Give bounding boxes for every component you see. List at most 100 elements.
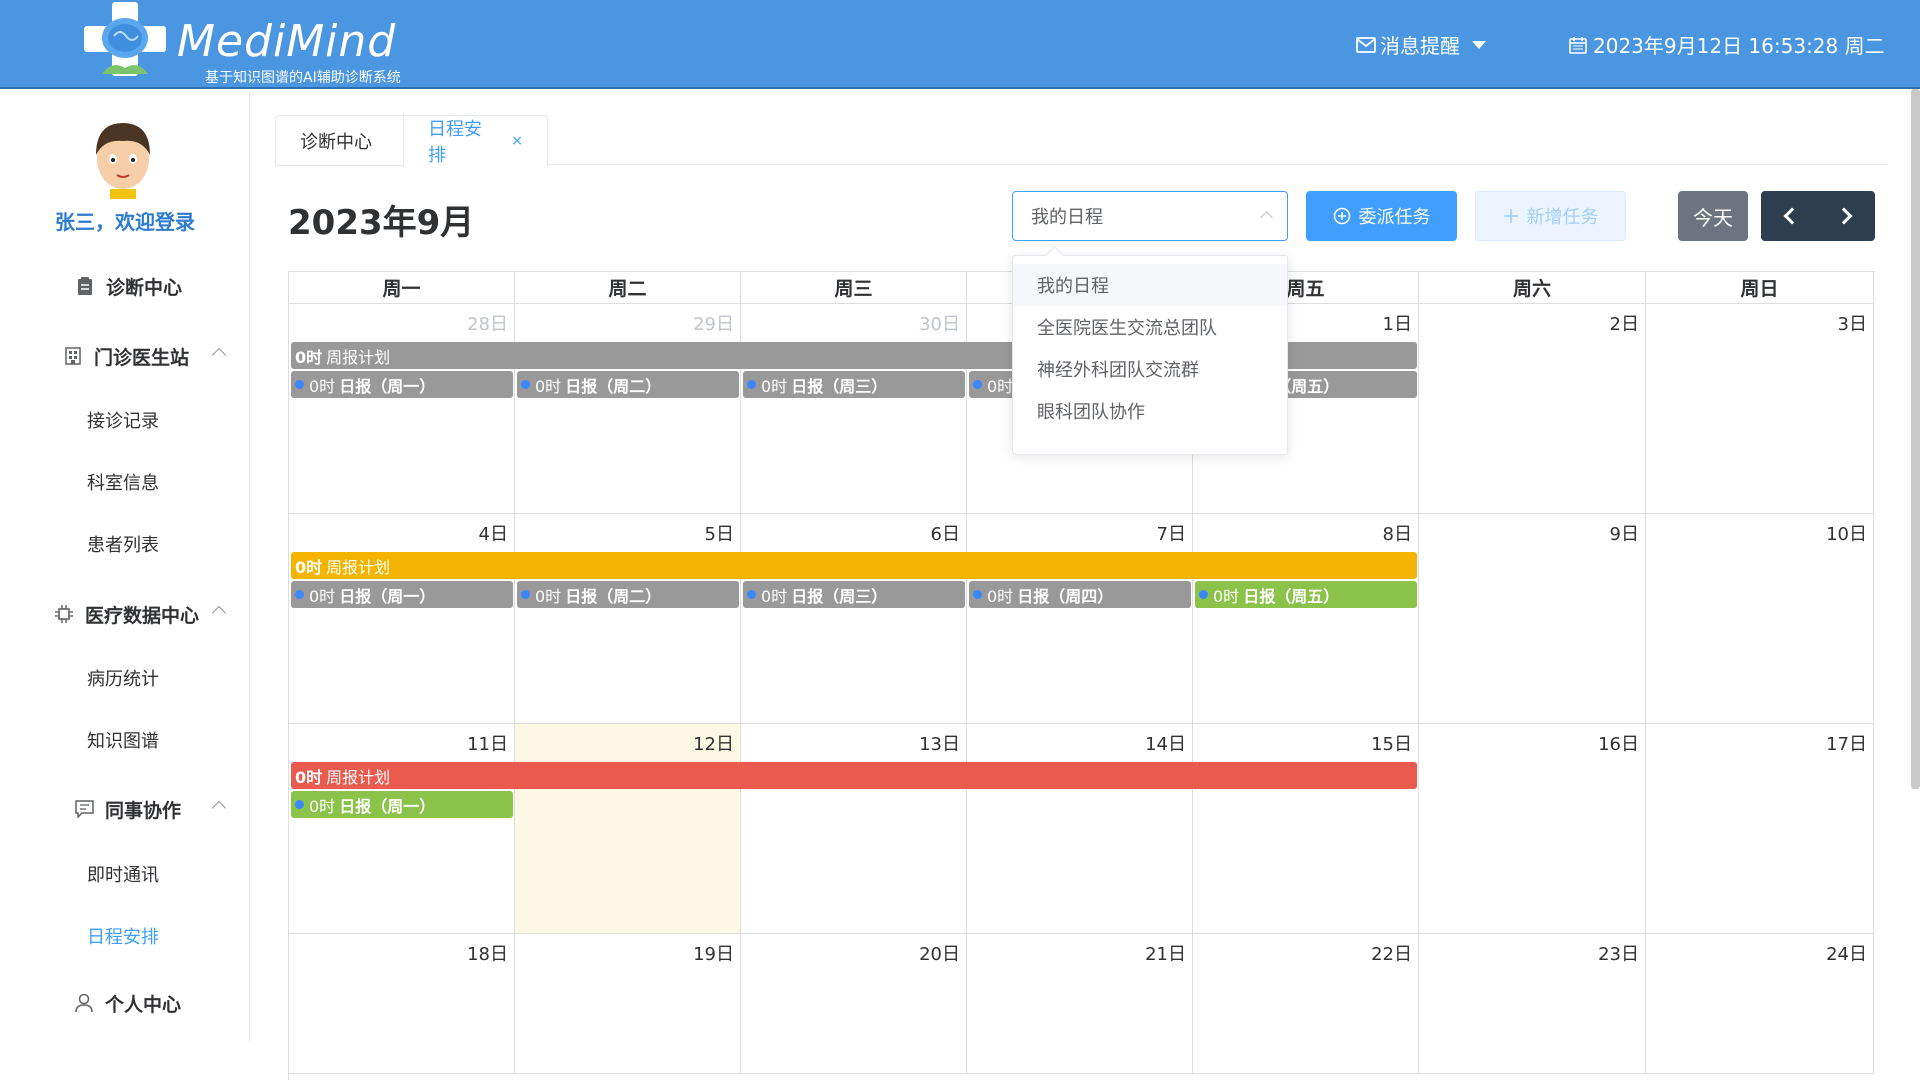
menu-outpatient-station-label: 门诊医生站 bbox=[94, 346, 190, 369]
calendar-day-cell[interactable]: 20日 bbox=[741, 934, 967, 1074]
weekly-plan-event[interactable]: 0时 周报计划 bbox=[291, 552, 1417, 579]
calendar-day-cell[interactable]: 23日 bbox=[1419, 934, 1646, 1074]
menu-personal-center[interactable]: 个人中心 bbox=[0, 983, 250, 1023]
day-number: 3日 bbox=[1837, 314, 1867, 335]
menu-schedule[interactable]: 日程安排 bbox=[0, 916, 250, 956]
dropdown-option[interactable]: 全医院医生交流总团队 bbox=[1013, 306, 1287, 348]
calendar-day-cell[interactable]: 6日 bbox=[741, 514, 967, 724]
calendar-day-cell[interactable]: 24日 bbox=[1646, 934, 1874, 1074]
day-number: 1日 bbox=[1382, 314, 1412, 335]
event-time: 0时 bbox=[309, 586, 336, 606]
chip-icon bbox=[53, 603, 75, 625]
menu-patient-list-label: 患者列表 bbox=[87, 535, 159, 556]
menu-instant-messaging[interactable]: 即时通讯 bbox=[0, 854, 250, 894]
daily-report-event[interactable]: 0时 日报（周一） bbox=[291, 371, 513, 398]
new-task-button[interactable]: 新增任务 bbox=[1475, 191, 1626, 241]
menu-diagnosis-center[interactable]: 诊断中心 bbox=[0, 266, 250, 306]
calendar-day-cell[interactable]: 18日 bbox=[289, 934, 515, 1074]
event-time: 0时 bbox=[761, 376, 788, 396]
calendar-day-cell[interactable]: 28日 bbox=[289, 304, 515, 514]
dropdown-option[interactable]: 眼科团队协作 bbox=[1013, 390, 1287, 432]
dropdown-option[interactable]: 神经外科团队交流群 bbox=[1013, 348, 1287, 390]
calendar-day-cell[interactable]: 16日 bbox=[1419, 724, 1646, 934]
menu-record-stats-label: 病历统计 bbox=[87, 669, 159, 690]
calendar-day-cell[interactable]: 22日 bbox=[1193, 934, 1419, 1074]
calendar-day-cell[interactable]: 8日 bbox=[1193, 514, 1419, 724]
event-dot-icon bbox=[973, 380, 982, 389]
calendar-day-cell[interactable]: 2日 bbox=[1419, 304, 1646, 514]
calendar-day-cell[interactable]: 11日 bbox=[289, 724, 515, 934]
day-number: 21日 bbox=[1145, 944, 1186, 965]
page-tabs: 诊断中心 日程安排 × bbox=[275, 115, 1888, 166]
plus-circle-icon bbox=[1333, 207, 1350, 225]
menu-knowledge-graph[interactable]: 知识图谱 bbox=[0, 720, 250, 760]
daily-report-event[interactable]: 0时日报（周五） bbox=[1195, 581, 1417, 608]
calendar-day-cell[interactable]: 10日 bbox=[1646, 514, 1874, 724]
chevron-up-icon bbox=[211, 800, 227, 816]
assign-task-button[interactable]: 委派任务 bbox=[1306, 191, 1457, 241]
today-button-label: 今天 bbox=[1693, 205, 1733, 230]
daily-report-event[interactable]: 0时 日报（周三） bbox=[743, 581, 965, 608]
event-dot-icon bbox=[295, 380, 304, 389]
weekday-header: 周三 bbox=[741, 272, 967, 304]
calendar-day-cell[interactable]: 19日 bbox=[515, 934, 741, 1074]
calendar-day-cell[interactable]: 15日 bbox=[1193, 724, 1419, 934]
menu-instant-messaging-label: 即时通讯 bbox=[87, 865, 159, 886]
chevron-right-icon bbox=[1835, 207, 1853, 225]
menu-diagnosis-center-label: 诊断中心 bbox=[106, 276, 183, 299]
message-reminder-dropdown[interactable]: 消息提醒 bbox=[1356, 30, 1486, 59]
calendar-day-cell[interactable]: 7日 bbox=[967, 514, 1193, 724]
daily-report-event[interactable]: 0时 日报（周三） bbox=[743, 371, 965, 398]
daily-report-event[interactable]: 0时 日报（周一） bbox=[291, 581, 513, 608]
schedule-group-select[interactable]: 我的日程 bbox=[1012, 191, 1288, 241]
calendar-day-cell[interactable]: 21日 bbox=[967, 934, 1193, 1074]
calendar-day-cell[interactable]: 14日 bbox=[967, 724, 1193, 934]
calendar-day-cell[interactable]: 13日 bbox=[741, 724, 967, 934]
menu-medical-data-center-label: 医疗数据中心 bbox=[85, 604, 200, 627]
page-scrollbar[interactable] bbox=[1911, 89, 1920, 789]
tab-diagnosis-center[interactable]: 诊断中心 bbox=[275, 115, 403, 166]
daily-report-event[interactable]: 0时日报（周四） bbox=[969, 581, 1191, 608]
chevron-up-icon bbox=[211, 605, 227, 621]
day-number: 11日 bbox=[467, 734, 508, 755]
calendar-day-cell[interactable]: 5日 bbox=[515, 514, 741, 724]
day-number: 8日 bbox=[1382, 524, 1412, 545]
menu-visit-records[interactable]: 接诊记录 bbox=[0, 400, 250, 440]
dropdown-option[interactable]: 我的日程 bbox=[1013, 264, 1287, 306]
calendar-day-cell[interactable]: 3日 bbox=[1646, 304, 1874, 514]
weekly-plan-event[interactable]: 0时 周报计划 bbox=[291, 762, 1417, 789]
event-dot-icon bbox=[295, 800, 304, 809]
event-time: 0时 bbox=[987, 586, 1014, 606]
day-number: 6日 bbox=[930, 524, 960, 545]
tab-diagnosis-center-label: 诊断中心 bbox=[300, 131, 372, 153]
day-number: 14日 bbox=[1145, 734, 1186, 755]
event-title: 日报（周二） bbox=[565, 586, 662, 606]
event-title: 周报计划 bbox=[326, 767, 391, 787]
menu-record-stats[interactable]: 病历统计 bbox=[0, 658, 250, 698]
menu-colleague-collab[interactable]: 同事协作 bbox=[0, 789, 250, 829]
next-month-button[interactable] bbox=[1818, 191, 1875, 241]
close-icon[interactable]: × bbox=[511, 133, 523, 149]
prev-month-button[interactable] bbox=[1761, 191, 1818, 241]
tab-schedule[interactable]: 日程安排 × bbox=[403, 115, 548, 166]
calendar-day-cell[interactable]: 17日 bbox=[1646, 724, 1874, 934]
daily-report-event[interactable]: 0时 日报（周二） bbox=[517, 581, 739, 608]
event-time: 0时 bbox=[535, 376, 562, 396]
calendar-day-cell[interactable]: 30日 bbox=[741, 304, 967, 514]
calendar-day-cell[interactable]: 9日 bbox=[1419, 514, 1646, 724]
message-reminder-label: 消息提醒 bbox=[1380, 34, 1460, 58]
menu-dept-info[interactable]: 科室信息 bbox=[0, 462, 250, 502]
calendar-day-cell[interactable]: 29日 bbox=[515, 304, 741, 514]
day-number: 4日 bbox=[478, 524, 508, 545]
menu-medical-data-center[interactable]: 医疗数据中心 bbox=[0, 594, 250, 634]
daily-report-event[interactable]: 0时 日报（周二） bbox=[517, 371, 739, 398]
today-button[interactable]: 今天 bbox=[1678, 191, 1748, 241]
menu-colleague-collab-label: 同事协作 bbox=[105, 799, 182, 822]
menu-patient-list[interactable]: 患者列表 bbox=[0, 524, 250, 564]
daily-report-event[interactable]: 0时 日报（周一） bbox=[291, 791, 513, 818]
calendar-day-cell[interactable]: 12日 bbox=[515, 724, 741, 934]
event-dot-icon bbox=[973, 590, 982, 599]
app-name: MediMind bbox=[177, 16, 397, 67]
calendar-day-cell[interactable]: 4日 bbox=[289, 514, 515, 724]
menu-outpatient-station[interactable]: 门诊医生站 bbox=[0, 336, 250, 376]
